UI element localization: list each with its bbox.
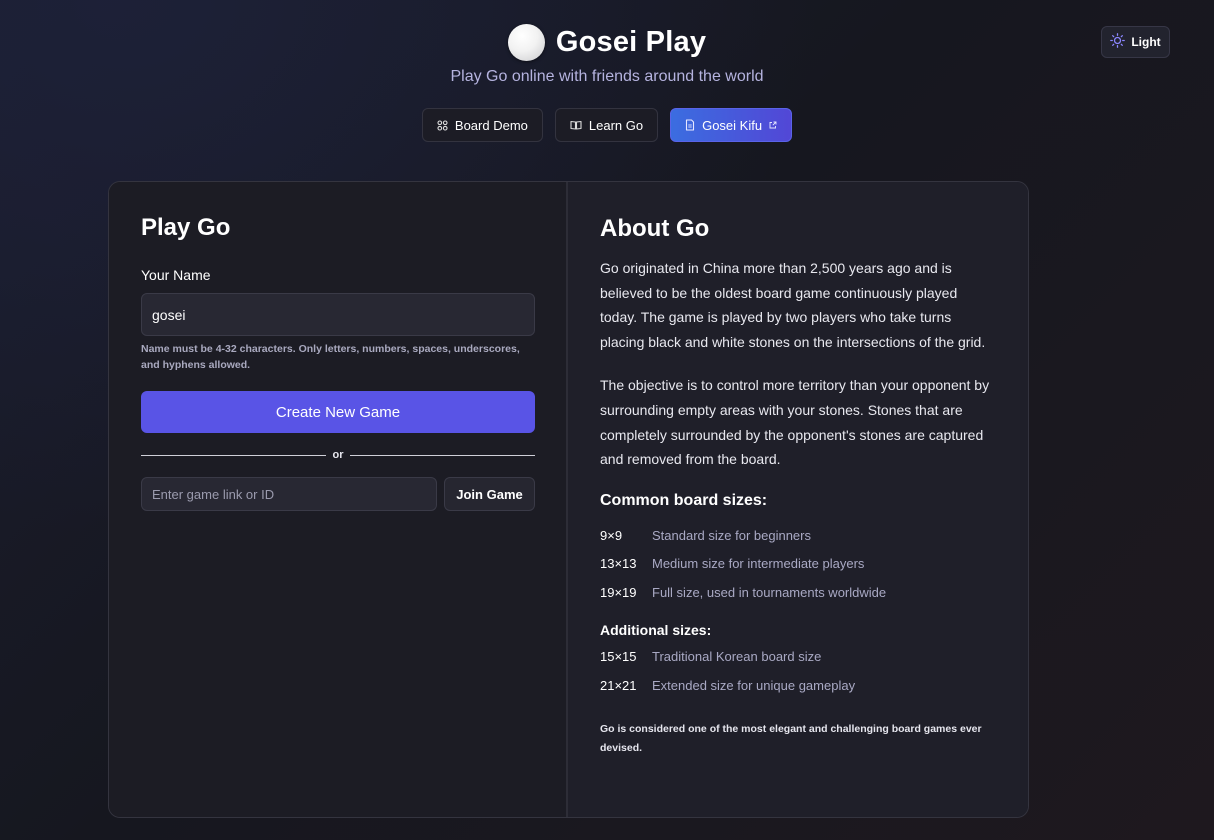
or-divider: or	[141, 446, 535, 464]
common-sizes-heading: Common board sizes:	[600, 491, 768, 509]
play-heading: Play Go	[141, 214, 231, 241]
name-field-label: Your Name	[141, 267, 211, 283]
create-new-game-button[interactable]: Create New Game	[141, 391, 535, 433]
about-footnote: Go is considered one of the most elegant…	[600, 723, 982, 755]
tagline: Play Go online with friends around the w…	[450, 68, 764, 85]
theme-toggle-label: Light	[1131, 35, 1161, 49]
join-game-button[interactable]: Join Game	[444, 477, 535, 511]
board-size: 19×19	[600, 584, 637, 600]
document-icon	[685, 119, 695, 131]
top-nav: Board Demo Learn Go Gosei Kifu	[421, 108, 793, 142]
about-paragraph: Go originated in China more than 2,500 y…	[600, 260, 986, 350]
board-size: 15×15	[600, 649, 637, 664]
about-panel: About Go Go originated in China more tha…	[568, 182, 1028, 817]
nav-learn-go-label: Learn Go	[588, 117, 644, 133]
about-heading: About Go	[600, 215, 710, 242]
external-link-icon	[769, 121, 777, 129]
white-stone-logo-icon	[507, 23, 545, 61]
list-item: 19×19 Full size, used in tournaments wor…	[600, 578, 996, 607]
nav-board-demo-button[interactable]: Board Demo	[421, 108, 543, 142]
list-item: 15×15 Traditional Korean board size	[600, 642, 996, 671]
game-link-input[interactable]	[141, 477, 437, 511]
name-hint: Name must be 4-32 characters. Only lette…	[141, 343, 520, 371]
or-label: or	[326, 446, 350, 464]
play-panel: Play Go Your Name Name must be 4-32 char…	[109, 182, 568, 817]
book-icon	[570, 120, 582, 130]
nav-board-demo-label: Board Demo	[454, 117, 528, 133]
grid-icon	[437, 119, 448, 131]
additional-sizes-list: 15×15 Traditional Korean board size 21×2…	[600, 642, 996, 699]
page-header: Gosei Play Play Go online with friends a…	[0, 22, 1214, 142]
board-size-description: Traditional Korean board size	[652, 649, 822, 664]
brand: Gosei Play	[507, 22, 707, 62]
theme-toggle-button[interactable]: Light	[1101, 26, 1170, 58]
list-item: 21×21 Extended size for unique gameplay	[600, 671, 996, 700]
nav-gosei-kifu-label: Gosei Kifu	[702, 117, 763, 133]
join-row: Join Game	[141, 477, 535, 511]
nav-gosei-kifu-button[interactable]: Gosei Kifu	[670, 108, 793, 142]
list-item: 13×13 Medium size for intermediate playe…	[600, 549, 996, 578]
board-size-description: Medium size for intermediate players	[652, 556, 865, 571]
nav-learn-go-button[interactable]: Learn Go	[554, 108, 659, 142]
sun-icon	[1110, 33, 1126, 51]
board-size: 13×13	[600, 556, 637, 571]
board-size-description: Full size, used in tournaments worldwide	[652, 584, 887, 600]
board-size: 21×21	[600, 677, 637, 693]
list-item: 9×9 Standard size for beginners	[600, 521, 996, 550]
board-size-description: Extended size for unique gameplay	[652, 677, 856, 693]
name-input[interactable]	[141, 293, 535, 336]
app-title: Gosei Play	[555, 25, 707, 58]
about-paragraph: The objective is to control more territo…	[600, 377, 990, 468]
common-sizes-list: 9×9 Standard size for beginners 13×13 Me…	[600, 521, 996, 607]
board-size: 9×9	[600, 527, 623, 543]
additional-sizes-heading: Additional sizes:	[600, 622, 712, 639]
board-size-description: Standard size for beginners	[652, 527, 811, 543]
main-card: Play Go Your Name Name must be 4-32 char…	[108, 181, 1029, 818]
